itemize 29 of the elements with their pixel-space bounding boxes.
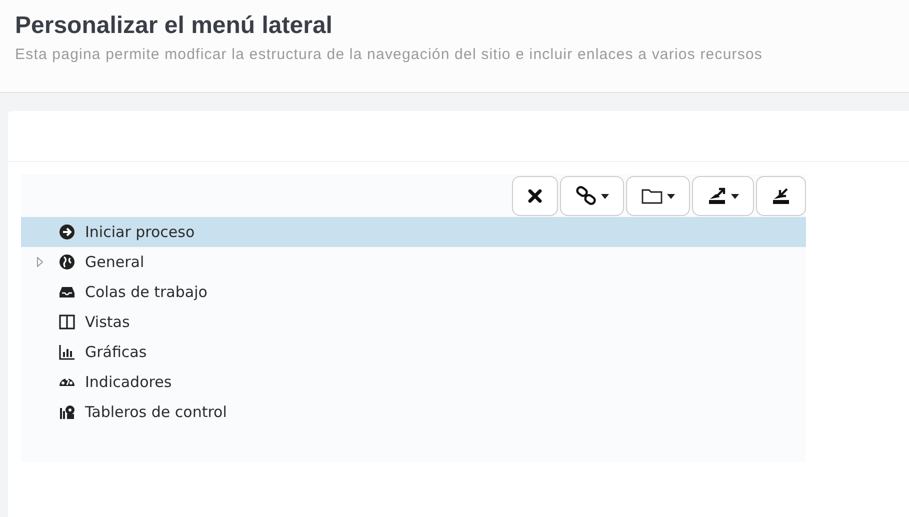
close-icon (527, 188, 543, 204)
link-icon (575, 186, 597, 206)
import-button[interactable] (756, 176, 806, 216)
tree-item[interactable]: Indicadores (21, 367, 806, 397)
folder-icon (641, 187, 663, 205)
expand-icon[interactable] (37, 257, 43, 267)
caret-icon (731, 194, 739, 198)
tree-item[interactable]: Gráficas (21, 337, 806, 367)
tree-item[interactable]: Vistas (21, 307, 806, 337)
tree-item[interactable]: General (21, 247, 806, 277)
export-icon (707, 186, 727, 206)
export-button[interactable] (692, 176, 754, 216)
page-subtitle: Esta pagina permite modficar la estructura de la navegación del sitio e incluir enlaces a varios recursos (15, 46, 764, 63)
arrow-circle-icon (59, 224, 75, 240)
tree-item[interactable]: Colas de trabajo (21, 277, 806, 307)
import-icon (771, 186, 791, 206)
inbox-icon (59, 284, 75, 300)
caret-icon (667, 194, 675, 198)
caret-icon (601, 194, 609, 198)
dashboard-icon (59, 404, 75, 420)
folder-button[interactable] (626, 176, 690, 216)
tree-item[interactable]: Iniciar proceso (21, 217, 806, 247)
delete-button[interactable] (512, 176, 558, 216)
link-button[interactable] (560, 176, 624, 216)
globe-icon (59, 254, 75, 270)
tree-item[interactable]: Tableros de control (21, 397, 806, 427)
bar-chart-icon (59, 344, 75, 360)
page-title: Personalizar el menú lateral (15, 12, 334, 40)
columns-icon (59, 314, 75, 330)
